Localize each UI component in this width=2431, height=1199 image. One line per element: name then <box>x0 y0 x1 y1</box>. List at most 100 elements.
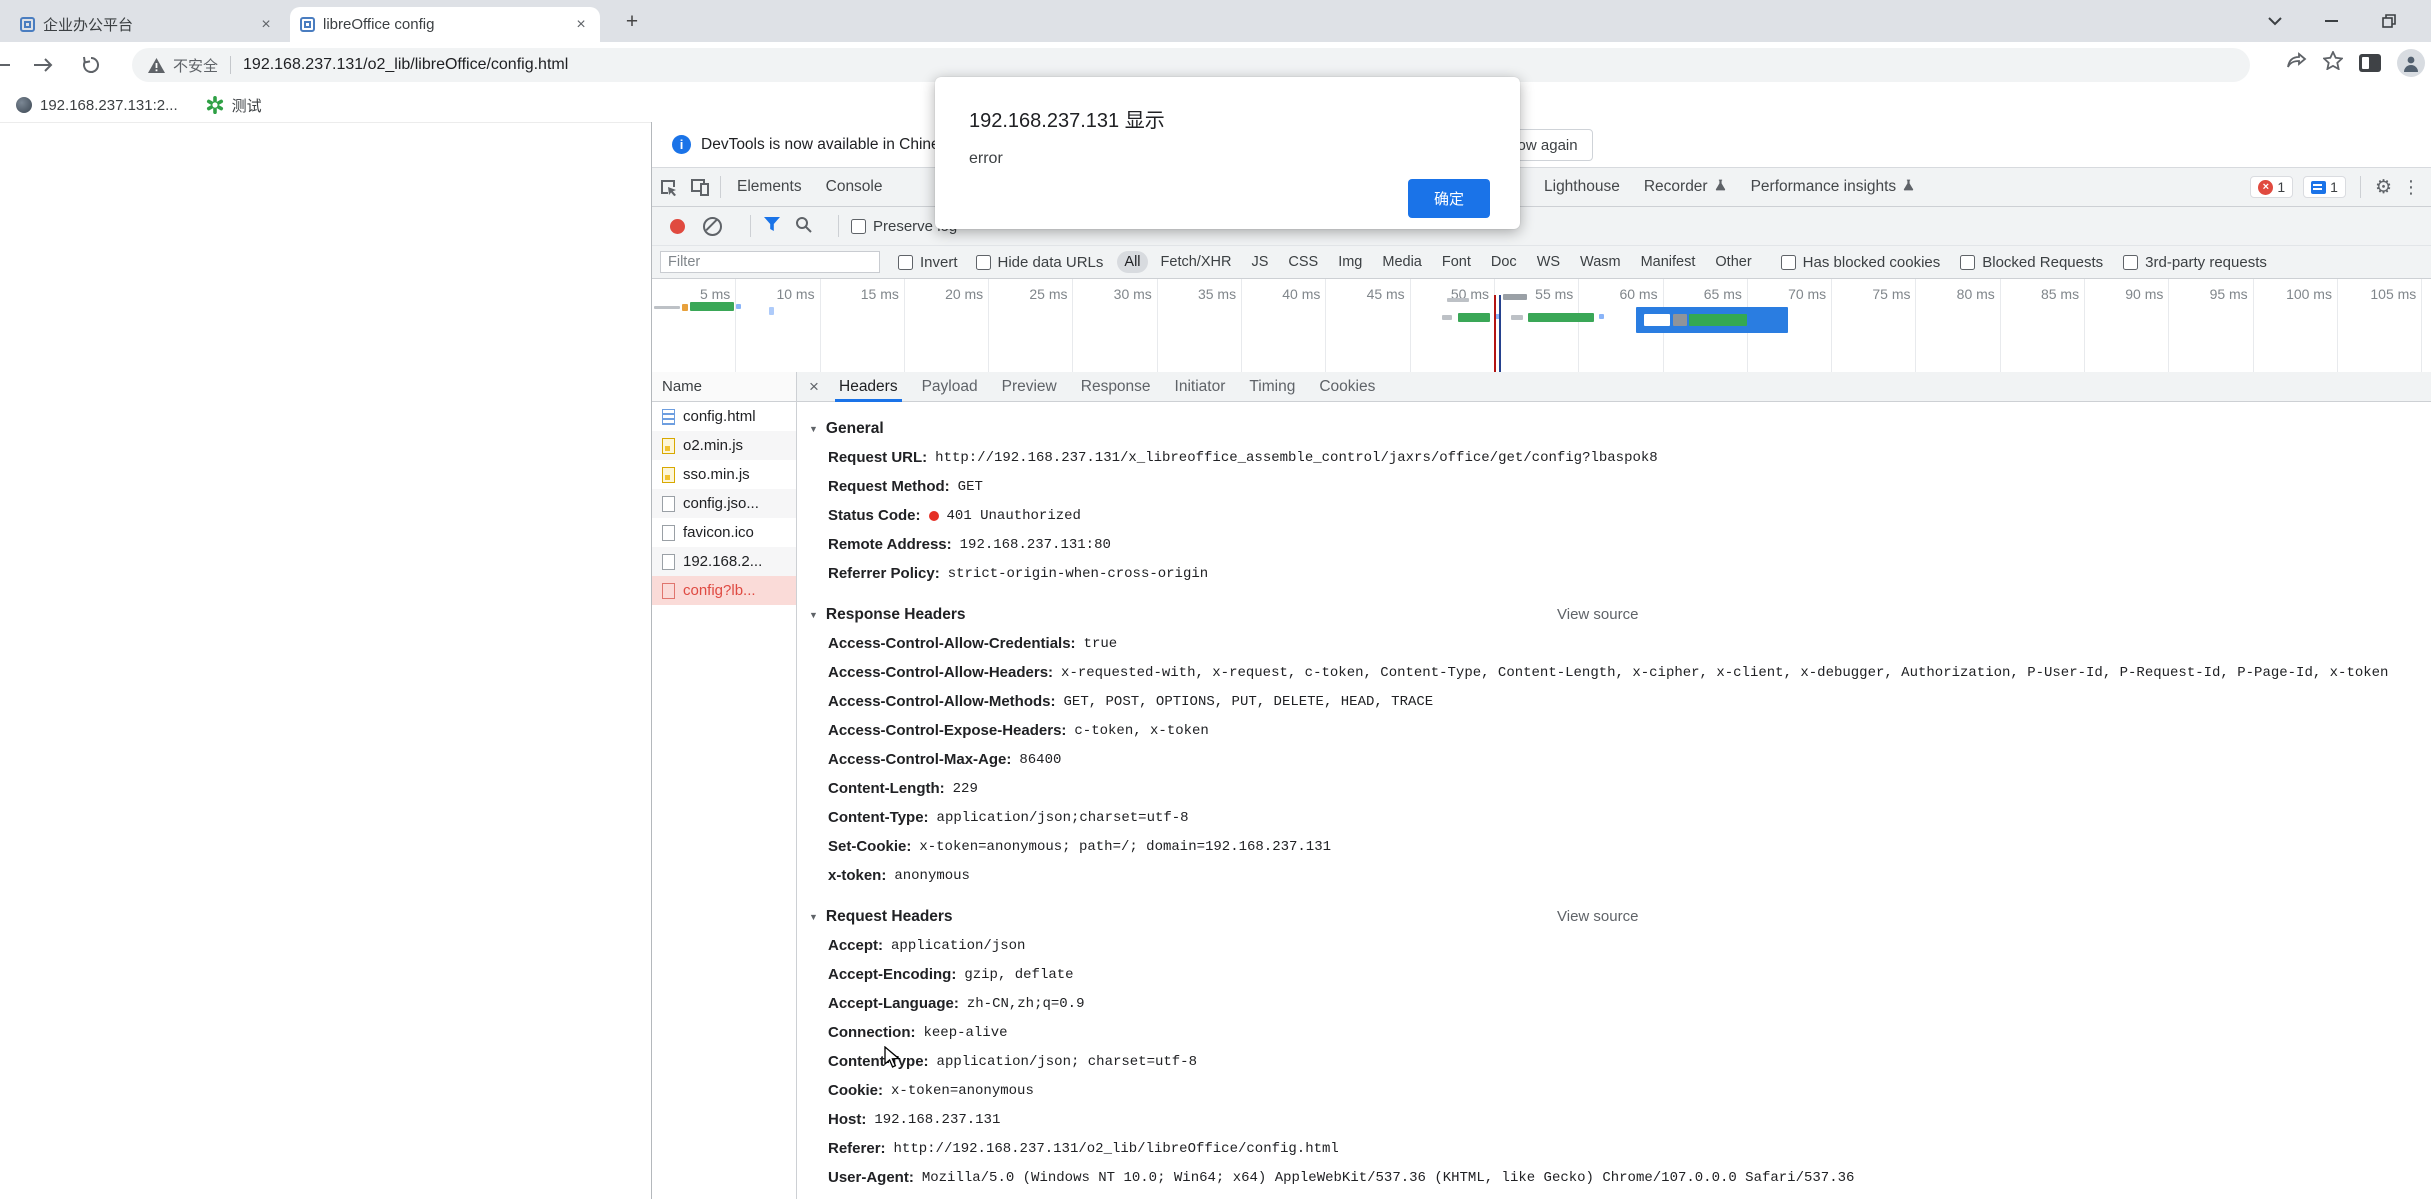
share-icon[interactable] <box>2287 52 2307 75</box>
bookmark-item[interactable]: 测试 <box>206 95 262 116</box>
type-filter-img[interactable]: Img <box>1331 251 1369 273</box>
devtools-tab-performance-insights[interactable]: Performance insights <box>1739 168 1928 206</box>
more-menu-icon[interactable]: ⋮ <box>2402 177 2421 198</box>
checkbox[interactable] <box>1781 255 1796 270</box>
bookmark-label: 192.168.237.131:2... <box>40 97 178 114</box>
detail-tab-response[interactable]: Response <box>1069 372 1163 402</box>
timeline-tick: 95 ms <box>2169 279 2253 376</box>
devtools-panel: i DevTools is now available in Chinese! … <box>651 122 2431 1199</box>
divider <box>2360 176 2361 198</box>
detail-tab-preview[interactable]: Preview <box>990 372 1069 402</box>
checkbox-label: Hide data URLs <box>998 254 1104 271</box>
view-source-link[interactable]: View source <box>1557 606 1638 623</box>
header-row: Access-Control-Allow-Headers:x-requested… <box>797 658 2431 687</box>
request-row-config-html[interactable]: config.html <box>652 402 796 431</box>
search-icon[interactable] <box>795 216 812 237</box>
section-request-headers[interactable]: ▼Request HeadersView source <box>797 902 2431 931</box>
divider <box>720 176 721 198</box>
tab-libreoffice-config[interactable]: libreOffice config × <box>290 7 600 42</box>
side-panel-icon[interactable] <box>2359 54 2381 72</box>
browser-window: 企业办公平台 × libreOffice config × + <box>0 0 2431 1199</box>
window-restore-button[interactable] <box>2366 0 2412 42</box>
request-name: config.jso... <box>683 495 759 512</box>
profile-avatar[interactable] <box>2397 49 2425 77</box>
new-tab-button[interactable]: + <box>618 8 646 36</box>
header-value: c-token, x-token <box>1074 723 1208 739</box>
record-button[interactable] <box>670 219 685 234</box>
devtools-tabs-right: LighthouseRecorderPerformance insights <box>1532 168 1927 206</box>
type-filter-media[interactable]: Media <box>1375 251 1429 273</box>
devtools-tab-elements[interactable]: Elements <box>725 168 814 206</box>
hide-data-urls-checkbox[interactable]: Hide data URLs <box>976 254 1104 271</box>
header-value: 401 Unauthorized <box>947 508 1081 524</box>
tab-search-chevron-icon[interactable] <box>2252 0 2298 42</box>
inspect-element-icon[interactable] <box>652 172 684 202</box>
request-row-192-168-2-[interactable]: 192.168.2... <box>652 547 796 576</box>
request-row-config-jso-[interactable]: config.jso... <box>652 489 796 518</box>
bookmark-item[interactable]: 192.168.237.131:2... <box>16 97 178 114</box>
settings-gear-icon[interactable]: ⚙ <box>2375 176 2392 199</box>
bookmark-star-icon[interactable] <box>2323 51 2343 75</box>
type-filter-font[interactable]: Font <box>1435 251 1478 273</box>
checkbox[interactable] <box>851 219 866 234</box>
forward-button[interactable] <box>28 50 58 80</box>
invert-checkbox[interactable]: Invert <box>898 254 958 271</box>
type-filter-fetch-xhr[interactable]: Fetch/XHR <box>1154 251 1239 273</box>
header-value: application/json;charset=utf-8 <box>937 810 1189 826</box>
devtools-tab-lighthouse[interactable]: Lighthouse <box>1532 168 1632 206</box>
3rd-party-requests-checkbox[interactable]: 3rd-party requests <box>2123 254 2267 271</box>
tab-office-platform[interactable]: 企业办公平台 × <box>10 7 285 42</box>
type-filter-other[interactable]: Other <box>1708 251 1758 273</box>
detail-tab-initiator[interactable]: Initiator <box>1163 372 1238 402</box>
close-detail-icon[interactable]: × <box>801 377 827 397</box>
view-source-link[interactable]: View source <box>1557 908 1638 925</box>
section-response-headers[interactable]: ▼Response HeadersView source <box>797 600 2431 629</box>
detail-tab-headers[interactable]: Headers <box>827 372 910 402</box>
device-toolbar-icon[interactable] <box>684 172 716 202</box>
back-button[interactable] <box>0 50 16 80</box>
type-filter-doc[interactable]: Doc <box>1484 251 1524 273</box>
request-row-config-lb-[interactable]: config?lb... <box>652 576 796 605</box>
checkbox[interactable] <box>2123 255 2138 270</box>
header-row: Accept-Language:zh-CN,zh;q=0.9 <box>797 989 2431 1018</box>
detail-tab-timing[interactable]: Timing <box>1237 372 1307 402</box>
network-body: Name config.htmlo2.min.jssso.min.js confi… <box>652 372 2431 1199</box>
request-row-sso-min-js[interactable]: sso.min.js <box>652 460 796 489</box>
filter-funnel-icon[interactable] <box>763 216 781 236</box>
request-row-favicon-ico[interactable]: favicon.ico <box>652 518 796 547</box>
clear-icon[interactable] <box>703 217 722 236</box>
type-filter-css[interactable]: CSS <box>1281 251 1325 273</box>
type-filter-all[interactable]: All <box>1117 251 1147 273</box>
waterfall-bar <box>682 304 688 311</box>
alert-ok-button[interactable]: 确定 <box>1408 179 1490 218</box>
tab-close-icon[interactable]: × <box>257 16 275 34</box>
header-name: Content-Type: <box>828 1053 929 1070</box>
type-filter-wasm[interactable]: Wasm <box>1573 251 1628 273</box>
tab-close-icon[interactable]: × <box>572 16 590 34</box>
has-blocked-cookies-checkbox[interactable]: Has blocked cookies <box>1781 254 1941 271</box>
devtools-tab-console[interactable]: Console <box>814 168 895 206</box>
request-row-o2-min-js[interactable]: o2.min.js <box>652 431 796 460</box>
header-value: Mozilla/5.0 (Windows NT 10.0; Win64; x64… <box>922 1170 1855 1186</box>
blocked-requests-checkbox[interactable]: Blocked Requests <box>1960 254 2103 271</box>
section-general[interactable]: ▼General <box>797 414 2431 443</box>
header-value: application/json <box>891 938 1025 954</box>
detail-tab-cookies[interactable]: Cookies <box>1307 372 1387 402</box>
header-name: Access-Control-Allow-Methods: <box>828 693 1056 710</box>
window-minimize-button[interactable] <box>2308 0 2354 42</box>
request-list-header[interactable]: Name <box>652 372 796 402</box>
network-overview-timeline[interactable]: 5 ms10 ms15 ms20 ms25 ms30 ms35 ms40 ms4… <box>652 279 2431 377</box>
filter-input[interactable] <box>660 251 880 273</box>
type-filter-js[interactable]: JS <box>1244 251 1275 273</box>
header-row: x-token:anonymous <box>797 861 2431 890</box>
timeline-tick: 35 ms <box>1158 279 1242 376</box>
errors-badge[interactable]: ×1 <box>2250 176 2293 198</box>
type-filter-ws[interactable]: WS <box>1530 251 1567 273</box>
type-filter-manifest[interactable]: Manifest <box>1634 251 1703 273</box>
devtools-tab-recorder[interactable]: Recorder <box>1632 168 1739 206</box>
checkbox[interactable] <box>1960 255 1975 270</box>
issues-badge[interactable]: 1 <box>2303 176 2346 198</box>
tab-title: 企业办公平台 <box>43 14 249 35</box>
detail-tab-payload[interactable]: Payload <box>910 372 990 402</box>
reload-button[interactable] <box>76 50 106 80</box>
